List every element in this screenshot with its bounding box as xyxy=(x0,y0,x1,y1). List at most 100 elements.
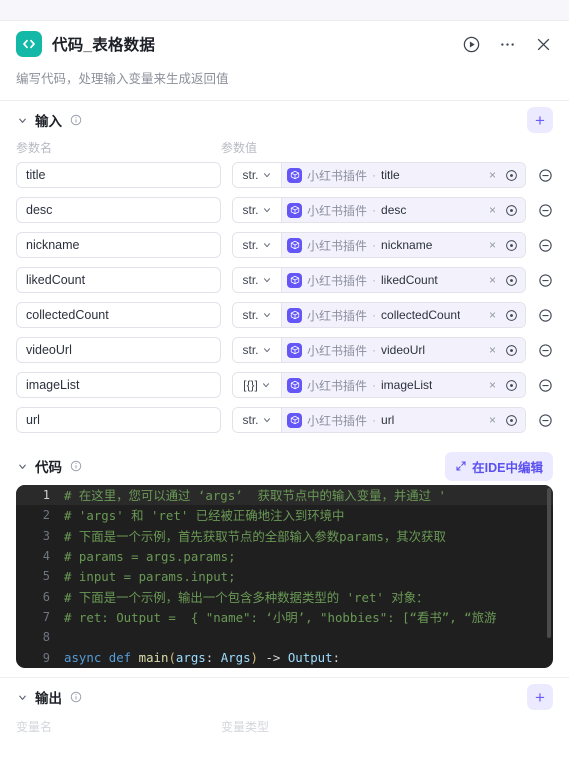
remove-param-button[interactable] xyxy=(537,202,553,218)
code-line[interactable]: 8 xyxy=(16,627,553,647)
target-icon[interactable] xyxy=(504,308,519,323)
param-reference[interactable]: 小红书插件 · desc × xyxy=(282,198,525,222)
param-name-input[interactable]: likedCount xyxy=(16,267,221,293)
remove-param-button[interactable] xyxy=(537,237,553,253)
target-icon[interactable] xyxy=(504,343,519,358)
chevron-down-icon xyxy=(262,415,272,425)
remove-param-button[interactable] xyxy=(537,377,553,393)
target-icon[interactable] xyxy=(504,238,519,253)
code-line[interactable]: 4 # params = args.params; xyxy=(16,546,553,566)
clear-reference-icon[interactable]: × xyxy=(486,343,499,357)
add-output-param-button[interactable]: + xyxy=(527,684,553,710)
code-line[interactable]: 3 # 下面是一个示例，首先获取节点的全部输入参数params，其次获取 xyxy=(16,526,553,546)
target-icon[interactable] xyxy=(504,378,519,393)
code-line[interactable]: 1 # 在这里，您可以通过 ‘args’ 获取节点中的输入变量，并通过 ' xyxy=(16,485,553,506)
reference-field: title xyxy=(381,168,400,182)
chevron-down-icon[interactable] xyxy=(16,691,28,703)
reference-source: 小红书插件 xyxy=(307,378,368,393)
param-type-select[interactable]: str. xyxy=(233,303,282,327)
target-icon[interactable] xyxy=(504,203,519,218)
line-number: 6 xyxy=(42,589,50,604)
output-section-title: 输出 xyxy=(35,691,62,706)
param-name-input[interactable]: title xyxy=(16,162,221,188)
input-param-row: likedCount str. 小红书插件 · likedCount × xyxy=(16,267,553,293)
param-type-select[interactable]: str. xyxy=(233,338,282,362)
line-number: 4 xyxy=(42,549,50,564)
plugin-cube-icon xyxy=(287,202,302,218)
param-type-select[interactable]: str. xyxy=(233,163,282,187)
header-actions xyxy=(461,34,553,54)
close-icon[interactable] xyxy=(533,34,553,54)
remove-param-button[interactable] xyxy=(537,167,553,183)
param-reference[interactable]: 小红书插件 · collectedCount × xyxy=(282,303,525,327)
clear-reference-icon[interactable]: × xyxy=(486,238,499,252)
clear-reference-icon[interactable]: × xyxy=(486,413,499,427)
reference-separator: · xyxy=(372,168,377,182)
target-icon[interactable] xyxy=(504,413,519,428)
param-type-select[interactable]: str. xyxy=(233,268,282,292)
code-editor[interactable]: 1 # 在这里，您可以通过 ‘args’ 获取节点中的输入变量，并通过 ' 2 # '… xyxy=(16,485,553,668)
param-name-input[interactable]: videoUrl xyxy=(16,337,221,363)
reference-source: 小红书插件 xyxy=(307,168,368,183)
remove-param-button[interactable] xyxy=(537,307,553,323)
target-icon[interactable] xyxy=(504,273,519,288)
ellipsis-icon[interactable] xyxy=(497,34,517,54)
param-name-input[interactable]: collectedCount xyxy=(16,302,221,328)
param-type-select[interactable]: str. xyxy=(233,233,282,257)
param-name-input[interactable]: desc xyxy=(16,197,221,223)
remove-param-button[interactable] xyxy=(537,412,553,428)
info-circle-icon[interactable] xyxy=(69,691,82,704)
param-name-input[interactable]: imageList xyxy=(16,372,221,398)
col-label-variable-name: 变量名 xyxy=(16,720,53,734)
param-name-input[interactable]: nickname xyxy=(16,232,221,258)
param-reference[interactable]: 小红书插件 · videoUrl × xyxy=(282,338,525,362)
param-type-select[interactable]: str. xyxy=(233,408,282,432)
param-type-label: str. xyxy=(242,168,259,182)
code-line[interactable]: 7 # ret: Output = { "name": ‘小明’, "hobbie… xyxy=(16,607,553,627)
code-section-header[interactable]: 代码 在IDE中编辑 xyxy=(16,447,553,485)
param-type-select[interactable]: [{}] xyxy=(233,373,282,397)
play-circle-icon[interactable] xyxy=(461,34,481,54)
clear-reference-icon[interactable]: × xyxy=(486,308,499,322)
edit-in-ide-button[interactable]: 在IDE中编辑 xyxy=(445,451,553,481)
code-line[interactable]: 2 # 'args' 和 'ret' 已经被正确地注入到环境中 xyxy=(16,505,553,525)
param-reference[interactable]: 小红书插件 · imageList × xyxy=(282,373,525,397)
code-line-text: # 'args' 和 'ret' 已经被正确地注入到环境中 xyxy=(64,508,345,524)
param-type-label: str. xyxy=(242,273,259,287)
plugin-cube-icon xyxy=(287,167,302,183)
input-param-row: title str. 小红书插件 · title × xyxy=(16,162,553,188)
reference-source: 小红书插件 xyxy=(307,203,368,218)
param-value-field: [{}] 小红书插件 · imageList × xyxy=(232,372,526,398)
chevron-down-icon[interactable] xyxy=(16,114,28,126)
param-value-field: str. 小红书插件 · videoUrl × xyxy=(232,337,526,363)
code-line[interactable]: 9 async def main(args: Args) -> Output: xyxy=(16,647,553,667)
edit-in-ide-label: 在IDE中编辑 xyxy=(472,460,543,475)
param-reference[interactable]: 小红书插件 · likedCount × xyxy=(282,268,525,292)
param-type-select[interactable]: str. xyxy=(233,198,282,222)
remove-param-button[interactable] xyxy=(537,272,553,288)
info-circle-icon[interactable] xyxy=(69,114,82,127)
reference-field: collectedCount xyxy=(381,308,461,322)
page-title: 代码_表格数据 xyxy=(52,37,156,54)
param-name-input[interactable]: url xyxy=(16,407,221,433)
add-input-param-button[interactable]: + xyxy=(527,107,553,133)
output-section-header[interactable]: 输出 + xyxy=(16,678,553,716)
plugin-cube-icon xyxy=(287,412,302,428)
clear-reference-icon[interactable]: × xyxy=(486,273,499,287)
param-reference[interactable]: 小红书插件 · nickname × xyxy=(282,233,525,257)
code-line[interactable]: 6 # 下面是一个示例，输出一个包含多种数据类型的 'ret' 对象： xyxy=(16,586,553,606)
clear-reference-icon[interactable]: × xyxy=(486,203,499,217)
clear-reference-icon[interactable]: × xyxy=(486,378,499,392)
param-reference[interactable]: 小红书插件 · title × xyxy=(282,163,525,187)
code-line[interactable]: 5 # input = params.input; xyxy=(16,566,553,586)
chevron-down-icon[interactable] xyxy=(16,460,28,472)
input-section-header[interactable]: 输入 + xyxy=(16,101,553,139)
target-icon[interactable] xyxy=(504,168,519,183)
info-circle-icon[interactable] xyxy=(69,460,82,473)
reference-source: 小红书插件 xyxy=(307,413,368,428)
editor-vertical-scrollbar[interactable] xyxy=(547,488,551,638)
remove-param-button[interactable] xyxy=(537,342,553,358)
clear-reference-icon[interactable]: × xyxy=(486,168,499,182)
param-reference[interactable]: 小红书插件 · url × xyxy=(282,408,525,432)
param-value-field: str. 小红书插件 · nickname × xyxy=(232,232,526,258)
